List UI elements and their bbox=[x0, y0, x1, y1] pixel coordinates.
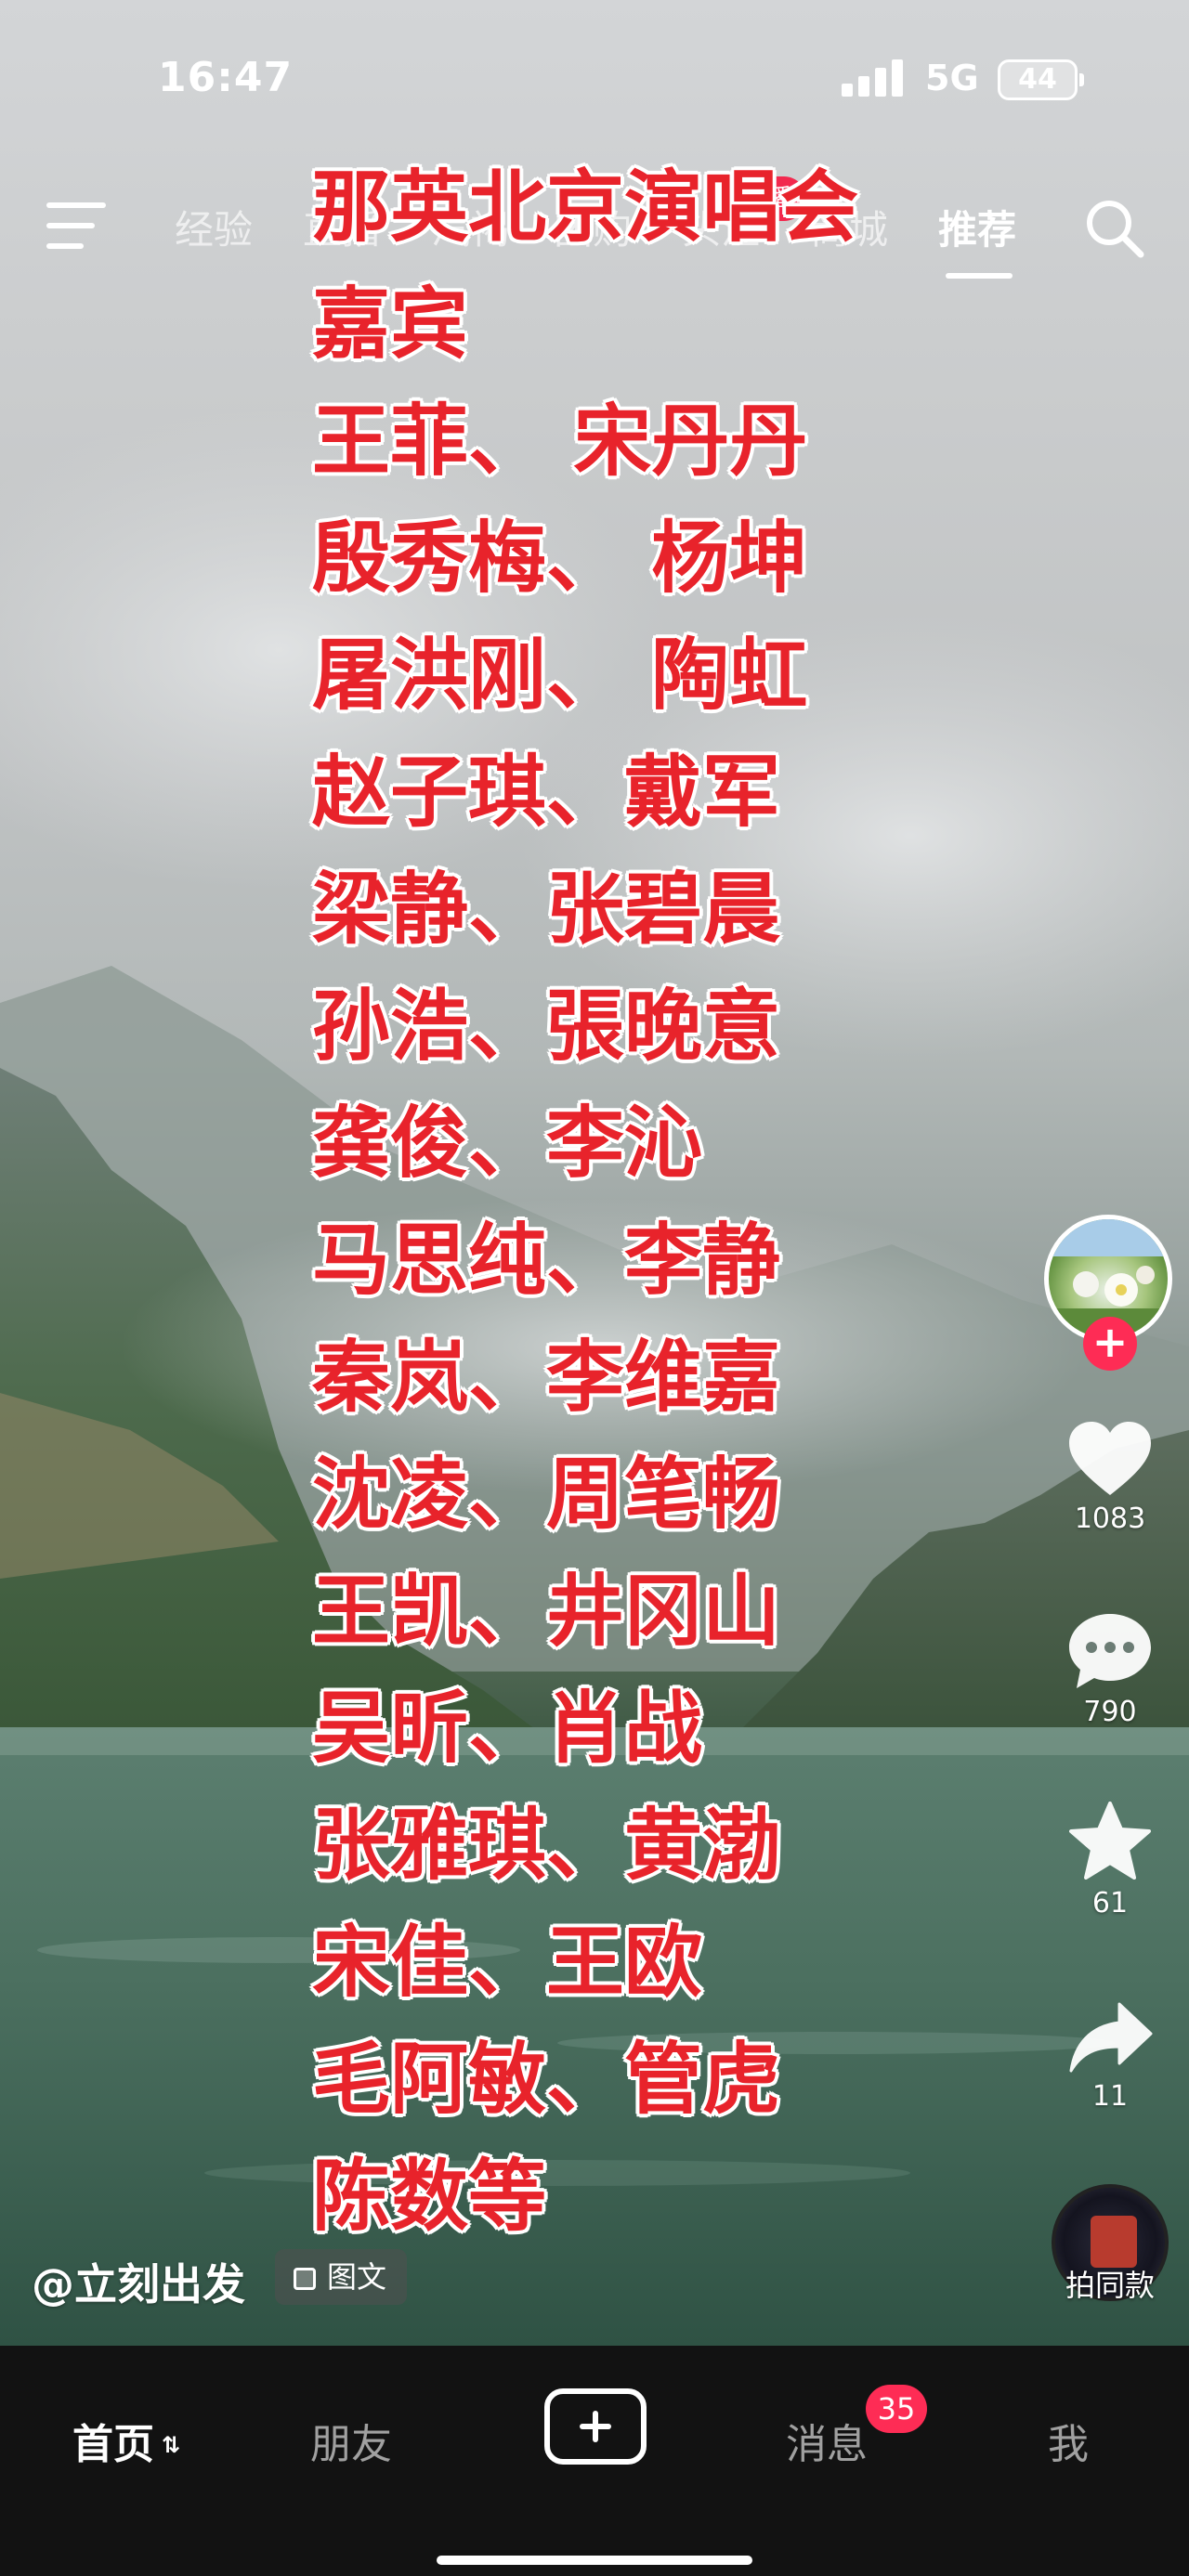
search-icon[interactable] bbox=[1081, 195, 1146, 260]
poster-title: 那英北京演唱会 bbox=[312, 162, 859, 253]
guest-line: 殷秀梅、 杨坤 bbox=[312, 513, 808, 604]
tab-home[interactable]: 首页 ⇅ bbox=[72, 2411, 180, 2470]
menu-icon[interactable] bbox=[46, 202, 106, 249]
poster-text: 那英北京演唱会 嘉宾 王菲、 宋丹丹 殷秀梅、 杨坤 屠洪刚、 陶虹 赵子琪、戴… bbox=[312, 149, 907, 2255]
guest-line: 张雅琪、黄渤 bbox=[312, 1800, 781, 1891]
tab-recommend[interactable]: 推荐 bbox=[938, 199, 1016, 255]
active-tab-indicator bbox=[946, 273, 1013, 279]
status-time: 16:47 bbox=[158, 54, 294, 101]
guest-line: 梁静、张碧晨 bbox=[312, 864, 781, 955]
favorite-count: 61 bbox=[1091, 1887, 1129, 1919]
post-type-label: 图文 bbox=[327, 2259, 387, 2295]
guest-line: 宋佳、王欧 bbox=[312, 1917, 703, 2008]
guest-line: 陈数等 bbox=[312, 2151, 547, 2242]
comment-icon bbox=[1069, 1614, 1151, 1688]
share-button[interactable]: 11 bbox=[1040, 1998, 1180, 2113]
home-indicator bbox=[437, 2556, 752, 2565]
share-count: 11 bbox=[1091, 2080, 1129, 2113]
guest-line: 秦岚、李维嘉 bbox=[312, 1332, 781, 1423]
guest-line: 孙浩、張晚意 bbox=[312, 981, 781, 1072]
guest-line: 王菲、 宋丹丹 bbox=[312, 396, 808, 487]
guest-line: 龚俊、李沁 bbox=[312, 1098, 703, 1189]
tab-friends[interactable]: 朋友 bbox=[310, 2411, 392, 2470]
guest-line: 屠洪刚、 陶虹 bbox=[312, 630, 808, 721]
guest-line: 赵子琪、戴军 bbox=[312, 747, 781, 838]
favorite-button[interactable]: 61 bbox=[1040, 1800, 1180, 1919]
follow-button[interactable]: + bbox=[1083, 1317, 1137, 1371]
bottom-tab-bar: 首页 ⇅ 朋友 消息 35 我 bbox=[0, 2346, 1189, 2576]
signal-icon bbox=[842, 59, 903, 97]
author-handle[interactable]: @立刻出发 bbox=[32, 2251, 245, 2312]
battery-icon: 44 bbox=[998, 59, 1084, 100]
like-count: 1083 bbox=[1074, 1503, 1146, 1535]
same-style-button[interactable]: 拍同款 bbox=[1040, 2262, 1180, 2305]
tab-messages[interactable]: 消息 bbox=[786, 2411, 868, 2470]
comment-button[interactable]: 790 bbox=[1040, 1610, 1180, 1728]
guest-line: 马思纯、李静 bbox=[312, 1215, 781, 1306]
guest-label: 嘉宾 bbox=[312, 279, 469, 370]
guest-line: 吴昕、肖战 bbox=[312, 1683, 703, 1774]
swap-icon: ⇅ bbox=[162, 2432, 181, 2458]
heart-icon bbox=[1069, 1422, 1151, 1495]
guest-line: 王凯、井冈山 bbox=[312, 1566, 781, 1657]
tab-home-label: 首页 bbox=[72, 2421, 154, 2468]
tab-experience[interactable]: 经验 bbox=[175, 199, 253, 255]
create-button[interactable] bbox=[544, 2388, 647, 2465]
image-text-icon bbox=[294, 2268, 316, 2290]
share-icon bbox=[1069, 2002, 1153, 2073]
tab-me[interactable]: 我 bbox=[1048, 2411, 1089, 2470]
guest-line: 沈凌、周笔畅 bbox=[312, 1449, 781, 1540]
guest-line: 毛阿敏、管虎 bbox=[312, 2034, 781, 2125]
star-icon bbox=[1069, 1802, 1151, 1880]
post-type-tag[interactable]: 图文 bbox=[275, 2249, 408, 2305]
messages-badge: 35 bbox=[866, 2385, 927, 2433]
like-button[interactable]: 1083 bbox=[1040, 1419, 1180, 1535]
comment-count: 790 bbox=[1083, 1696, 1137, 1728]
network-type: 5G bbox=[925, 58, 979, 98]
status-bar: 16:47 5G 44 bbox=[0, 0, 1189, 158]
